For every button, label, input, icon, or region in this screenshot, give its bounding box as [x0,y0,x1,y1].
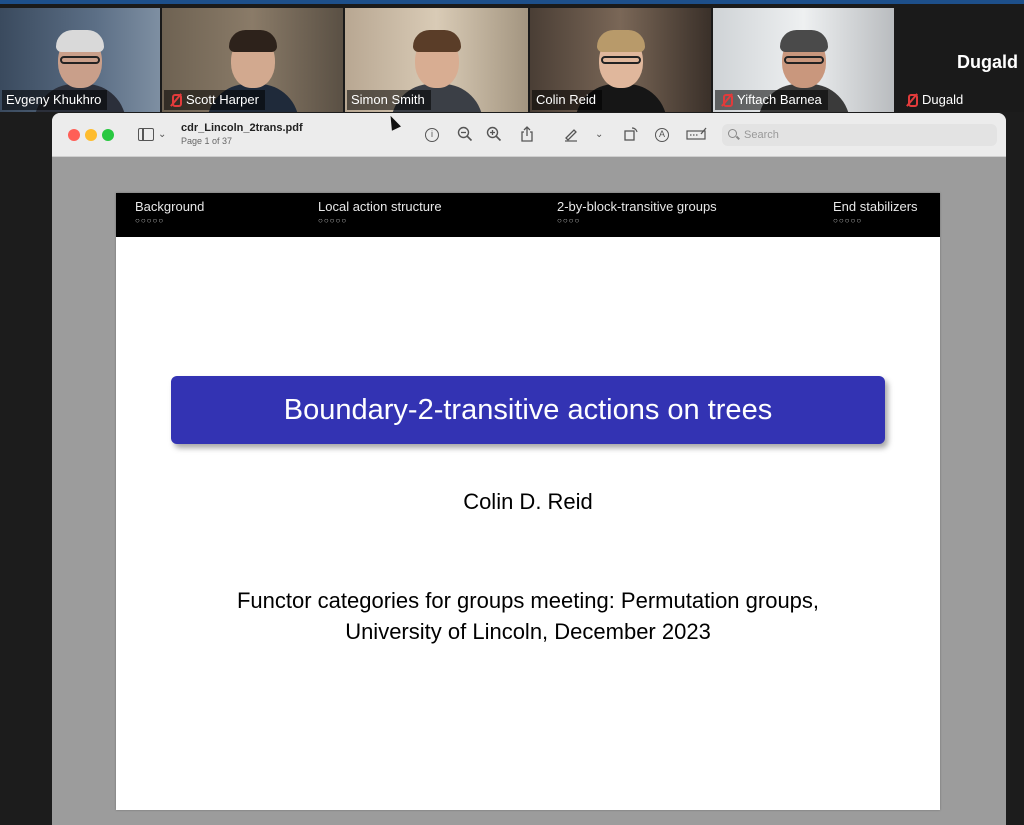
microphone-muted-icon [904,93,918,107]
nav-section-block-transitive[interactable]: 2-by-block-transitive groups ○○○○ [557,199,717,225]
nav-section-background[interactable]: Background ○○○○○ [135,199,204,225]
participant-nameplate: Evgeny Khukhro [2,90,108,110]
nav-section-local-action[interactable]: Local action structure ○○○○○ [318,199,442,225]
rotate-icon[interactable] [623,126,639,144]
participant-name: Dugald [922,92,964,107]
venue-line-1: Functor categories for groups meeting: P… [236,588,820,613]
page-indicator: Page 1 of 37 [181,136,233,146]
markup-pen-icon[interactable] [562,126,580,144]
participant-name: Colin Reid [536,92,596,107]
participant-tile-evgeny[interactable]: Evgeny Khukhro [0,8,160,112]
nav-section-end-stabilizers[interactable]: End stabilizers ○○○○○ [833,199,918,225]
search-placeholder: Search [744,129,779,141]
participant-nameplate: Simon Smith [347,90,431,110]
microphone-muted-icon [719,93,733,107]
zoom-out-icon[interactable] [456,126,474,144]
slide-title: Boundary-2-transitive actions on trees [171,376,885,444]
participant-tile-simon[interactable]: Simon Smith [345,8,528,112]
nav-dots: ○○○○○ [318,216,348,225]
participant-name: Yiftach Barnea [737,92,822,107]
nav-dots: ○○○○○ [833,216,863,225]
nav-dots: ○○○○○ [135,216,165,225]
participant-name: Scott Harper [186,92,259,107]
participant-nameplate: Yiftach Barnea [715,90,828,110]
search-field[interactable]: Search [722,124,997,146]
slide-author: Colin D. Reid [463,489,593,514]
highlight-icon[interactable]: A [655,128,669,142]
participant-tile-yiftach[interactable]: Yiftach Barnea [713,8,894,112]
pdf-page: Background ○○○○○ Local action structure … [116,193,940,810]
participant-strip: Evgeny Khukhro Scott Harper Simon Smith [0,4,1024,112]
zoom-in-icon[interactable] [485,126,503,144]
sidebar-toggle-icon[interactable] [138,128,154,141]
slide-venue: Functor categories for groups meeting: P… [116,585,940,647]
participant-display-name: Dugald [957,52,1018,72]
microphone-muted-icon [168,93,182,107]
participant-nameplate: Scott Harper [164,90,265,110]
close-window-button[interactable] [68,129,80,141]
participant-name: Simon Smith [351,92,425,107]
participant-name: Evgeny Khukhro [6,92,102,107]
chevron-down-icon[interactable]: ⌄ [595,126,603,144]
minimize-window-button[interactable] [85,129,97,141]
participant-nameplate: Colin Reid [532,90,602,110]
slide-navigation-bar: Background ○○○○○ Local action structure … [116,193,940,237]
pdf-toolbar: ⌄ cdr_Lincoln_2trans.pdf Page 1 of 37 i … [52,113,1006,157]
participant-nameplate: Dugald [900,90,969,110]
zoom-window-button[interactable] [102,129,114,141]
pdf-viewer-window: ⌄ cdr_Lincoln_2trans.pdf Page 1 of 37 i … [52,113,1006,825]
document-title: cdr_Lincoln_2trans.pdf [181,122,303,134]
chevron-down-icon[interactable]: ⌄ [158,126,166,144]
search-icon [728,129,737,138]
venue-line-2: University of Lincoln, December 2023 [345,619,711,644]
participant-tile-scott[interactable]: Scott Harper [162,8,343,112]
participant-tile-colin[interactable]: Colin Reid [530,8,711,112]
form-fill-icon[interactable] [686,126,708,144]
info-icon[interactable]: i [425,128,439,142]
participant-tile-dugald[interactable]: Dugald Dugald [898,8,1024,112]
share-icon[interactable] [519,126,535,144]
nav-dots: ○○○○ [557,216,581,225]
